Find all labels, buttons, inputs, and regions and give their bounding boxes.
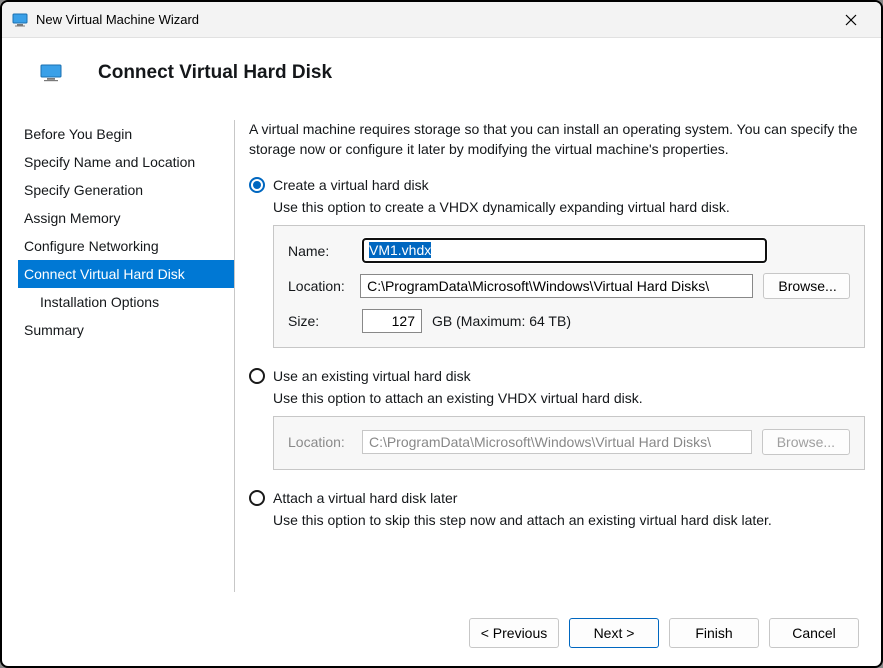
name-input[interactable] [362, 238, 767, 263]
radio-existing-row[interactable]: Use an existing virtual hard disk [249, 368, 865, 384]
size-suffix: GB (Maximum: 64 TB) [432, 313, 571, 329]
option-existing: Use an existing virtual hard disk Use th… [249, 368, 865, 470]
sidebar-item-4[interactable]: Configure Networking [18, 232, 234, 260]
finish-button[interactable]: Finish [669, 618, 759, 648]
radio-later-row[interactable]: Attach a virtual hard disk later [249, 490, 865, 506]
wizard-content: A virtual machine requires storage so th… [249, 108, 865, 604]
divider [234, 120, 235, 592]
option-existing-desc: Use this option to attach an existing VH… [273, 390, 865, 406]
close-icon [845, 14, 857, 26]
radio-create-label: Create a virtual hard disk [273, 177, 429, 193]
size-label: Size: [288, 313, 352, 329]
size-input[interactable] [362, 309, 422, 333]
wizard-header: Connect Virtual Hard Disk [2, 38, 881, 108]
wizard-footer: < Previous Next > Finish Cancel [2, 604, 881, 666]
next-button[interactable]: Next > [569, 618, 659, 648]
header-icon [40, 64, 62, 82]
existing-panel: Location: Browse... [273, 416, 865, 470]
window-title: New Virtual Machine Wizard [36, 12, 831, 27]
radio-create-row[interactable]: Create a virtual hard disk [249, 177, 865, 193]
sidebar-item-7[interactable]: Summary [18, 316, 234, 344]
sidebar-item-0[interactable]: Before You Begin [18, 120, 234, 148]
name-label: Name: [288, 243, 352, 259]
option-later-desc: Use this option to skip this step now an… [273, 512, 865, 528]
existing-location-label: Location: [288, 434, 352, 450]
wizard-body: Before You BeginSpecify Name and Locatio… [2, 108, 881, 604]
titlebar: New Virtual Machine Wizard [2, 2, 881, 38]
existing-location-input [362, 430, 752, 454]
cancel-button[interactable]: Cancel [769, 618, 859, 648]
wizard-window: New Virtual Machine Wizard Connect Virtu… [0, 0, 883, 668]
page-title: Connect Virtual Hard Disk [98, 62, 332, 84]
sidebar-item-5[interactable]: Connect Virtual Hard Disk [18, 260, 234, 288]
sidebar-item-6[interactable]: Installation Options [18, 288, 234, 316]
intro-text: A virtual machine requires storage so th… [249, 120, 865, 159]
wizard-sidebar: Before You BeginSpecify Name and Locatio… [18, 108, 234, 604]
previous-button[interactable]: < Previous [469, 618, 559, 648]
app-icon [12, 12, 28, 28]
sidebar-item-3[interactable]: Assign Memory [18, 204, 234, 232]
option-create: Create a virtual hard disk Use this opti… [249, 177, 865, 348]
browse-button[interactable]: Browse... [763, 273, 850, 299]
radio-existing[interactable] [249, 368, 265, 384]
existing-browse-button: Browse... [762, 429, 850, 455]
close-button[interactable] [831, 6, 871, 34]
create-panel: Name: Location: Browse... Size: GB (Maxi… [273, 225, 865, 348]
location-label: Location: [288, 278, 350, 294]
radio-create[interactable] [249, 177, 265, 193]
sidebar-item-2[interactable]: Specify Generation [18, 176, 234, 204]
location-input[interactable] [360, 274, 753, 298]
radio-later-label: Attach a virtual hard disk later [273, 490, 457, 506]
radio-existing-label: Use an existing virtual hard disk [273, 368, 471, 384]
radio-later[interactable] [249, 490, 265, 506]
option-create-desc: Use this option to create a VHDX dynamic… [273, 199, 865, 215]
option-later: Attach a virtual hard disk later Use thi… [249, 490, 865, 528]
sidebar-item-1[interactable]: Specify Name and Location [18, 148, 234, 176]
